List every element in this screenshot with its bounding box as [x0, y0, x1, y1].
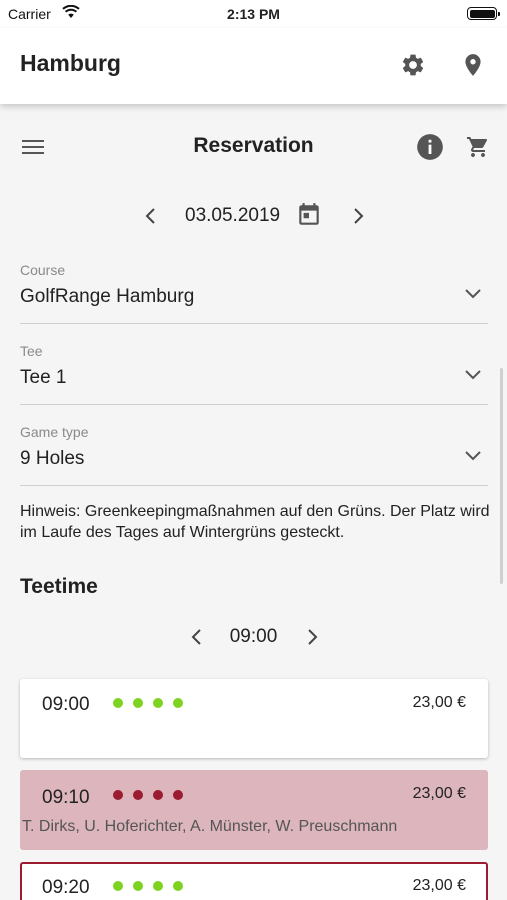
time-navigator: 09:00 [0, 622, 507, 652]
available-dot [153, 698, 163, 708]
gear-icon[interactable] [400, 52, 426, 78]
notice-text: Hinweis: Greenkeepingmaßnahmen auf den G… [20, 503, 490, 541]
status-time: 2:13 PM [227, 6, 280, 22]
available-dot [113, 881, 123, 891]
slot-price: 23,00 € [412, 877, 466, 894]
selected-date[interactable]: 03.05.2019 [185, 205, 280, 227]
booked-dot [133, 790, 143, 800]
chevron-down-icon [465, 370, 481, 380]
booked-dot [153, 790, 163, 800]
location-pin-icon[interactable] [460, 52, 486, 78]
tee-value: Tee 1 [20, 367, 67, 388]
status-bar: Carrier 2:13 PM [0, 0, 507, 28]
available-dot [153, 881, 163, 891]
game-type-select[interactable]: Game type 9 Holes [20, 424, 488, 486]
tee-select[interactable]: Tee Tee 1 [20, 343, 488, 405]
teetime-heading: Teetime [20, 575, 98, 598]
game-type-value: 9 Holes [20, 448, 85, 469]
slot-time: 09:00 [42, 694, 90, 715]
game-type-label: Game type [20, 424, 89, 440]
city-title: Hamburg [20, 50, 121, 76]
teetime-slot[interactable]: 09:10 23,00 € T. Dirks, U. Hoferichter, … [20, 770, 488, 850]
cart-icon[interactable] [466, 135, 490, 159]
course-label: Course [20, 262, 66, 278]
available-dot [133, 881, 143, 891]
battery-icon [467, 7, 500, 20]
slot-price: 23,00 € [412, 694, 466, 711]
booked-dot [173, 790, 183, 800]
app-header: Hamburg [0, 28, 507, 104]
player-dots [113, 790, 183, 800]
chevron-down-icon [465, 289, 481, 299]
previous-day-icon[interactable] [141, 204, 161, 228]
selected-time: 09:00 [229, 626, 278, 647]
player-dots [113, 698, 183, 708]
teetime-slot-selected[interactable]: 09:20 23,00 € [20, 862, 488, 900]
info-icon[interactable] [416, 133, 444, 161]
date-navigator: 03.05.2019 [0, 200, 507, 232]
next-time-icon[interactable] [302, 625, 322, 649]
teetime-slot[interactable]: 09:00 23,00 € [20, 679, 488, 758]
main-content: Reservation 03.05.2019 Course GolfRange … [0, 104, 507, 900]
slot-time: 09:10 [42, 787, 90, 808]
course-value: GolfRange Hamburg [20, 286, 195, 307]
available-dot [113, 698, 123, 708]
tee-label: Tee [20, 343, 43, 359]
slot-price: 23,00 € [412, 785, 466, 802]
slot-time: 09:20 [42, 877, 90, 898]
available-dot [133, 698, 143, 708]
next-day-icon[interactable] [348, 204, 368, 228]
available-dot [173, 881, 183, 891]
course-select[interactable]: Course GolfRange Hamburg [20, 262, 488, 324]
available-dot [173, 698, 183, 708]
reservation-bar: Reservation [0, 104, 507, 190]
slot-players: T. Dirks, U. Hoferichter, A. Münster, W.… [22, 818, 398, 835]
chevron-down-icon [465, 451, 481, 461]
calendar-icon[interactable] [296, 202, 322, 228]
player-dots [113, 881, 183, 891]
booked-dot [113, 790, 123, 800]
scrollbar[interactable] [500, 368, 503, 584]
